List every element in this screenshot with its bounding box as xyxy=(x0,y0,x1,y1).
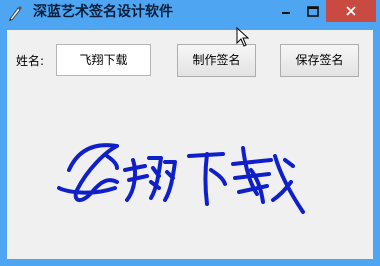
save-signature-button[interactable]: 保存签名 xyxy=(280,44,359,77)
client-area: 姓名: 飞翔下载 制作签名 保存签名 xyxy=(7,30,373,259)
maximize-icon xyxy=(306,5,319,17)
pen-icon xyxy=(9,6,22,21)
window-title: 深蓝艺术签名设计软件 xyxy=(33,4,173,20)
close-button[interactable] xyxy=(326,0,376,22)
title-bar[interactable]: 深蓝艺术签名设计软件 xyxy=(0,0,380,25)
close-icon xyxy=(346,6,356,16)
name-label: 姓名: xyxy=(16,54,45,68)
make-signature-button[interactable]: 制作签名 xyxy=(177,44,256,77)
maximize-button[interactable] xyxy=(299,0,326,22)
name-input[interactable]: 飞翔下载 xyxy=(56,44,151,76)
minimize-icon xyxy=(281,12,290,14)
mouse-cursor-icon xyxy=(236,27,250,47)
signature-image xyxy=(57,143,305,214)
app-window: 深蓝艺术签名设计软件 姓名: 飞翔下载 制作签名 保存签名 xyxy=(0,0,380,266)
minimize-button[interactable] xyxy=(272,0,299,22)
